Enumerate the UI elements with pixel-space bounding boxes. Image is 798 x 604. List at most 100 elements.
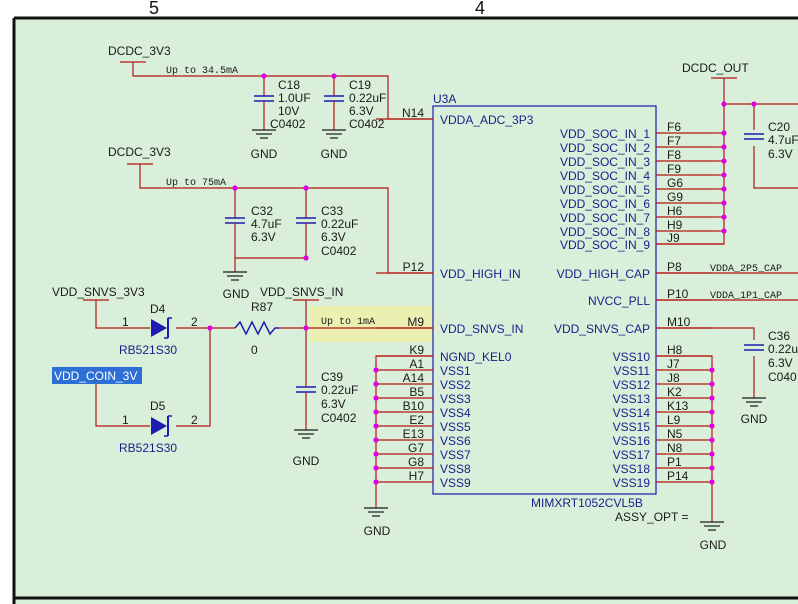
assy-opt-label: ASSY_OPT = — [615, 510, 688, 524]
pin-name: NVCC_PLL — [588, 294, 650, 308]
c20-value: 4.7uF — [768, 133, 798, 147]
pin-name: VSS14 — [613, 406, 651, 420]
current-note-snvs: Up to 1mA — [321, 317, 375, 328]
pin-name: VDD_SOC_IN_4 — [560, 169, 650, 183]
junction-dot — [331, 73, 337, 79]
pin-number: F8 — [667, 148, 681, 162]
gnd-label: GND — [223, 287, 250, 301]
pin-number: H7 — [409, 469, 425, 483]
current-note-high: Up to 75mA — [166, 178, 226, 189]
pin-number: F9 — [667, 162, 681, 176]
d5-ref: D5 — [150, 399, 166, 413]
pin-name: NGND_KEL0 — [440, 350, 512, 364]
junction-dot — [709, 423, 715, 429]
pin-name: VDD_SNVS_CAP — [554, 322, 650, 336]
junction-dot — [373, 437, 379, 443]
net-dcdc-3v3-mid[interactable]: DCDC_3V3 — [108, 145, 171, 159]
net-vdd-coin-3v[interactable]: VDD_COIN_3V — [54, 369, 137, 383]
d4-pin1: 1 — [122, 315, 129, 329]
c33-voltage: 6.3V — [321, 230, 346, 244]
pin-name: VDD_SOC_IN_7 — [560, 211, 650, 225]
pin-number: F7 — [667, 134, 681, 148]
pin-number: H8 — [667, 343, 683, 357]
c36-package: C040 — [768, 370, 797, 384]
junction-dot — [721, 172, 727, 178]
gnd-label: GND — [364, 524, 391, 538]
junction-dot — [721, 144, 727, 150]
gnd-label: GND — [293, 454, 320, 468]
top-margin — [0, 0, 798, 18]
net-dcdc-3v3-top[interactable]: DCDC_3V3 — [108, 44, 171, 58]
net-dcdc-out[interactable]: DCDC_OUT — [682, 61, 749, 75]
junction-dot — [373, 409, 379, 415]
d4-ref: D4 — [150, 302, 166, 316]
pin-number: J9 — [667, 231, 680, 245]
gnd-label: GND — [700, 538, 727, 552]
junction-dot — [709, 465, 715, 471]
pin-number: J7 — [667, 357, 680, 371]
pin-name: VDD_SOC_IN_3 — [560, 155, 650, 169]
pin-name: VSS4 — [440, 406, 471, 420]
c20-ref: C20 — [768, 120, 790, 134]
c33-ref: C33 — [321, 204, 343, 218]
junction-dot — [721, 158, 727, 164]
net-vdda-1p1-cap[interactable]: VDDA_1P1_CAP — [710, 291, 782, 302]
junction-dot — [709, 395, 715, 401]
pin-name: VDD_HIGH_IN — [440, 267, 521, 281]
pin-number: N14 — [402, 106, 424, 120]
c18-value: 1.0UF — [278, 91, 311, 105]
c19-voltage: 6.3V — [349, 104, 374, 118]
current-note-adc: Up to 34.5mA — [166, 66, 238, 77]
pin-number: E2 — [409, 413, 424, 427]
pin-name: VSS2 — [440, 378, 471, 392]
pin-name: VSS15 — [613, 420, 651, 434]
net-vdda-2p5-cap[interactable]: VDDA_2P5_CAP — [710, 264, 782, 275]
c33-value: 0.22uF — [321, 217, 358, 231]
c39-voltage: 6.3V — [321, 397, 346, 411]
pin-name: VSS3 — [440, 392, 471, 406]
junction-dot — [373, 451, 379, 457]
junction-dot — [709, 381, 715, 387]
pin-name: VDD_SOC_IN_8 — [560, 225, 650, 239]
pin-number: M9 — [407, 315, 424, 329]
pin-number: B5 — [409, 385, 424, 399]
junction-dot — [303, 185, 309, 191]
pin-name: VSS13 — [613, 392, 651, 406]
pin-number: G9 — [667, 190, 683, 204]
pin-name: VDD_SOC_IN_5 — [560, 183, 650, 197]
pin-number: P1 — [667, 455, 682, 469]
pin-number: E13 — [403, 427, 425, 441]
junction-dot — [709, 479, 715, 485]
junction-dot — [373, 423, 379, 429]
pin-name: VSS1 — [440, 364, 471, 378]
c36-ref: C36 — [768, 329, 790, 343]
d5-part: RB521S30 — [119, 441, 177, 455]
pin-name: VDD_SOC_IN_9 — [560, 238, 650, 252]
d4-pin2: 2 — [191, 315, 198, 329]
pin-number: G6 — [667, 176, 683, 190]
junction-dot — [373, 479, 379, 485]
r87-value: 0 — [251, 343, 258, 357]
r87-ref: R87 — [251, 300, 273, 314]
c32-ref: C32 — [251, 204, 273, 218]
junction-dot — [721, 101, 727, 107]
pin-name: VSS18 — [613, 462, 651, 476]
pin-number: G7 — [408, 441, 424, 455]
junction-dot — [721, 214, 727, 220]
pin-name: VSS5 — [440, 420, 471, 434]
net-vdd-snvs-in[interactable]: VDD_SNVS_IN — [260, 285, 343, 299]
junction-dot — [232, 185, 238, 191]
c19-ref: C19 — [349, 78, 371, 92]
junction-dot — [709, 437, 715, 443]
c32-value: 4.7uF — [251, 217, 282, 231]
pin-name: VSS7 — [440, 448, 471, 462]
junction-dot — [751, 101, 757, 107]
pin-number: G8 — [408, 455, 424, 469]
pin-number: A1 — [409, 357, 424, 371]
pin-name: VSS10 — [613, 350, 651, 364]
pin-number: M10 — [667, 315, 691, 329]
net-vdd-snvs-3v3[interactable]: VDD_SNVS_3V3 — [52, 285, 145, 299]
gnd-label: GND — [251, 147, 278, 161]
pin-name: VDD_HIGH_CAP — [557, 267, 650, 281]
pin-number: L9 — [667, 413, 681, 427]
